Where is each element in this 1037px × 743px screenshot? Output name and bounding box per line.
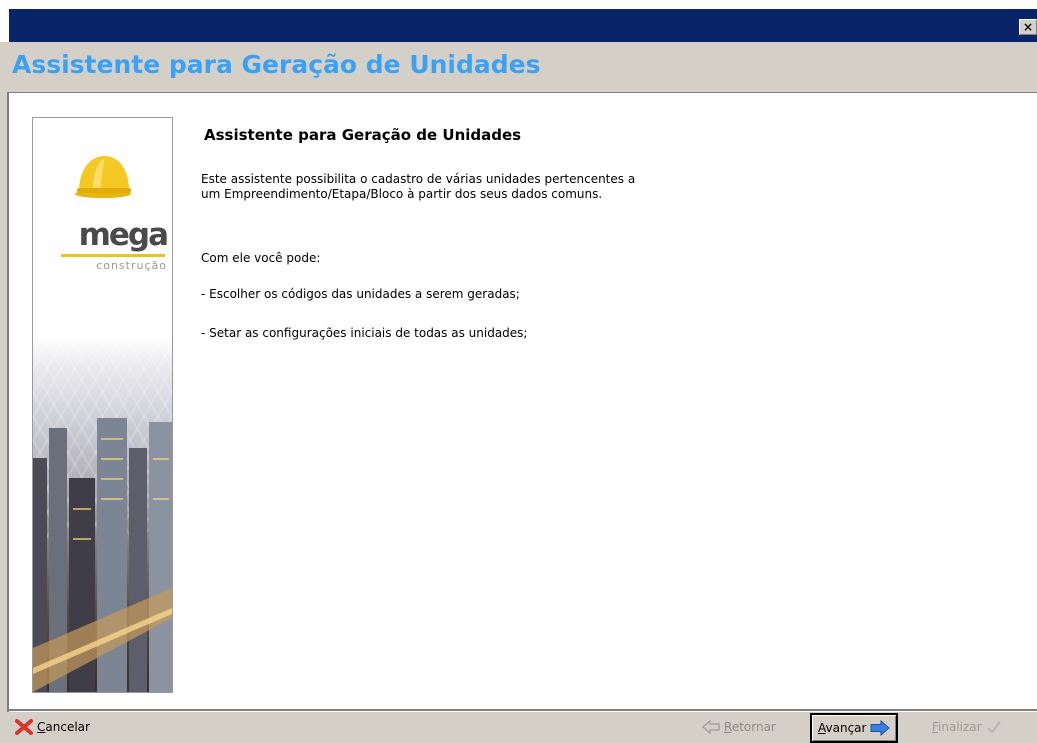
- main-heading: Assistente para Geração de Unidades: [204, 126, 522, 144]
- title-bar: ×: [0, 0, 1037, 42]
- back-accel: R: [724, 720, 732, 734]
- check-icon: [986, 721, 1001, 734]
- intro-text-line-1: Este assistente possibilita o cadastro d…: [201, 172, 636, 186]
- arrow-left-icon: [702, 720, 720, 734]
- wizard-content: mega construção Assistente para Geração …: [9, 93, 1037, 710]
- intro-text-line-2: um Empreendimento/Etapa/Bloco à partir d…: [201, 187, 603, 201]
- cancel-label: ancelar: [45, 720, 90, 734]
- x-icon: [15, 719, 33, 735]
- logo-underline: [61, 254, 165, 257]
- close-button[interactable]: ×: [1019, 19, 1037, 35]
- finish-button[interactable]: Finalizar: [932, 715, 1002, 739]
- city-skyline-image: [33, 418, 172, 692]
- next-accel: A: [818, 721, 826, 735]
- can-do-label: Com ele você pode:: [201, 251, 321, 265]
- mega-logo: mega: [78, 217, 169, 253]
- side-banner-image: mega construção: [32, 117, 173, 693]
- mega-logo-subtext: construção: [96, 259, 167, 272]
- finish-label: inalizar: [938, 720, 982, 734]
- bullet-choose-codes: - Escolher os códigos das unidades a ser…: [201, 287, 520, 301]
- wizard-title: Assistente para Geração de Unidades: [12, 50, 541, 79]
- arrow-right-icon: [870, 720, 891, 736]
- cancel-button[interactable]: Cancelar: [15, 715, 90, 739]
- close-icon: ×: [1022, 20, 1034, 34]
- bullet-initial-settings: - Setar as configurações iniciais de tod…: [201, 326, 528, 340]
- title-bar-strip: [9, 9, 1037, 42]
- wizard-footer: Cancelar Retornar Avançar Finalizar: [9, 712, 1037, 743]
- helmet-icon: [75, 156, 131, 198]
- wizard-header: Assistente para Geração de Unidades: [9, 42, 1037, 93]
- back-button[interactable]: Retornar: [702, 715, 776, 739]
- back-label: etornar: [731, 720, 776, 734]
- next-label: vançar: [825, 721, 867, 735]
- next-button[interactable]: Avançar: [810, 713, 899, 743]
